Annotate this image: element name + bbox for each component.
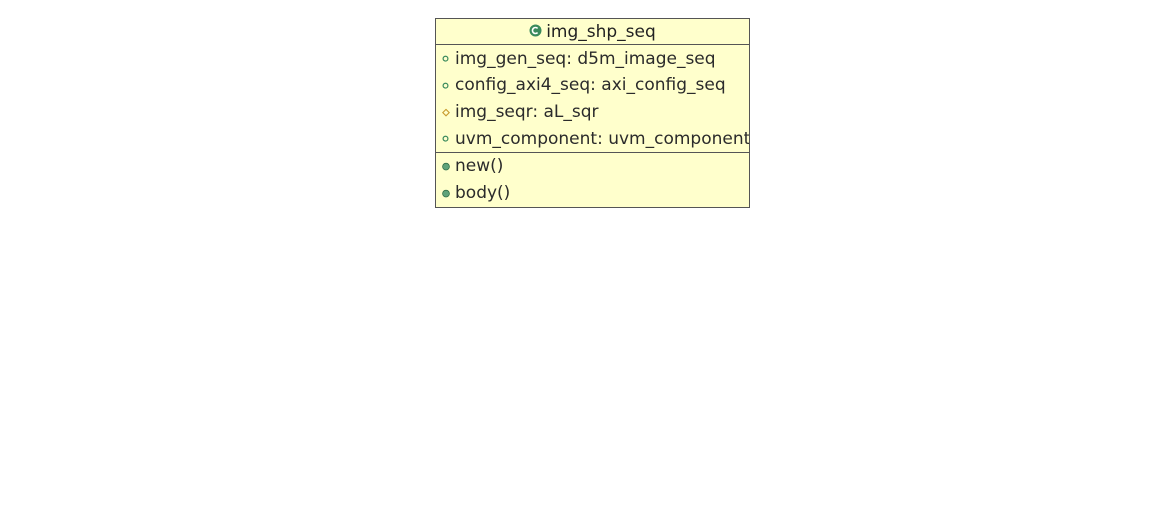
class-icon [529, 24, 542, 37]
class-name: img_shp_seq [546, 21, 656, 42]
attribute-text: img_gen_seq: d5m_image_seq [455, 49, 716, 69]
class-header[interactable]: img_shp_seq [436, 19, 749, 45]
attribute-text: img_seqr: aL_sqr [455, 102, 599, 122]
attribute-text: config_axi4_seq: axi_config_seq [455, 75, 726, 95]
attribute-item[interactable]: img_gen_seq: d5m_image_seq [436, 46, 749, 72]
uml-class-box[interactable]: img_shp_seq img_gen_seq: d5m_image_seq c… [435, 18, 750, 208]
public-method-icon [442, 162, 450, 170]
public-field-icon [442, 55, 449, 62]
attribute-text: uvm_component: uvm_component_h [455, 129, 750, 149]
method-text: new() [455, 156, 504, 176]
protected-field-icon [442, 108, 450, 117]
attribute-item[interactable]: img_seqr: aL_sqr [436, 99, 749, 126]
method-text: body() [455, 183, 511, 203]
public-field-icon [442, 82, 449, 89]
public-method-icon [442, 189, 450, 197]
method-item[interactable]: body() [436, 180, 749, 207]
attribute-item[interactable]: config_axi4_seq: axi_config_seq [436, 72, 749, 99]
public-field-icon [442, 135, 449, 142]
attribute-item[interactable]: uvm_component: uvm_component_h [436, 126, 749, 152]
methods-compartment: new() body() [436, 153, 749, 207]
attributes-compartment: img_gen_seq: d5m_image_seq config_axi4_s… [436, 45, 749, 153]
method-item[interactable]: new() [436, 153, 749, 180]
